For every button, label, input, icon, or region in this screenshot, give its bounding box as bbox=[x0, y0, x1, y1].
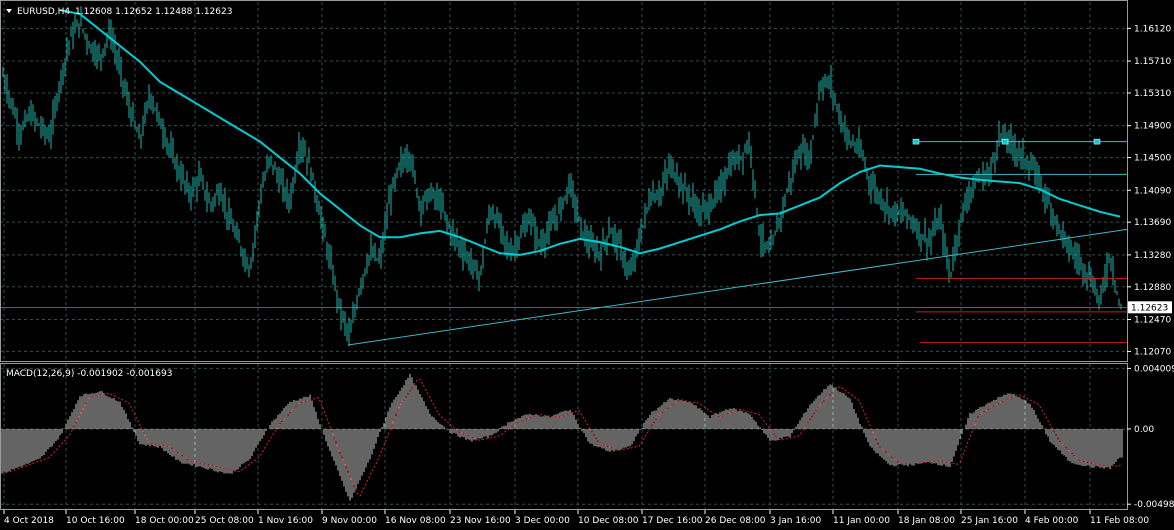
time-tick-label: 18 Jan 08:00 bbox=[898, 516, 955, 526]
symbol-dropdown-icon[interactable] bbox=[6, 9, 12, 13]
time-tick-label: 4 Feb 00:00 bbox=[1025, 516, 1079, 526]
price-tick-label: 1.13690 bbox=[1134, 218, 1171, 228]
level-marker bbox=[1001, 138, 1009, 145]
time-tick-label: 11 Jan 00:00 bbox=[833, 516, 890, 526]
time-tick-label: 9 Nov 00:00 bbox=[322, 516, 377, 526]
time-tick-label: 25 Oct 08:00 bbox=[195, 516, 254, 526]
price-tick-label: 1.14900 bbox=[1134, 122, 1171, 132]
time-tick-label: 10 Oct 16:00 bbox=[66, 516, 125, 526]
price-tick-label: 1.12470 bbox=[1134, 316, 1171, 326]
macd-label: MACD(12,26,9) -0.001902 -0.001693 bbox=[6, 369, 172, 379]
price-tick-label: 1.15310 bbox=[1134, 89, 1171, 99]
macd-signal-line bbox=[6, 378, 1123, 497]
price-tick-label: 1.13280 bbox=[1134, 251, 1171, 261]
price-tick-label: 1.14090 bbox=[1134, 186, 1171, 196]
time-tick-label: 25 Jan 16:00 bbox=[961, 516, 1018, 526]
ohlc-readout: 1.12608 1.12652 1.12488 1.12623 bbox=[75, 7, 232, 17]
time-tick-label: 4 Oct 2018 bbox=[4, 516, 54, 526]
price-tick-label: 1.12880 bbox=[1134, 283, 1171, 293]
time-tick-label: 1 Nov 16:00 bbox=[258, 516, 313, 526]
macd-histogram bbox=[1, 373, 1123, 501]
macd-tick-label: -0.004982 bbox=[1134, 500, 1174, 510]
level-marker bbox=[1093, 138, 1101, 145]
time-tick-label: 23 Nov 16:00 bbox=[450, 516, 511, 526]
time-tick-label: 18 Oct 00:00 bbox=[135, 516, 194, 526]
time-tick-label: 3 Jan 16:00 bbox=[770, 516, 822, 526]
macd-tick-label: 0.004009 bbox=[1134, 364, 1174, 374]
time-tick-label: 3 Dec 00:00 bbox=[515, 516, 570, 526]
overlays bbox=[0, 9, 1128, 346]
time-tick-label: 10 Dec 08:00 bbox=[578, 516, 639, 526]
price-tick-label: 1.14500 bbox=[1134, 154, 1171, 164]
time-tick-label: 26 Dec 08:00 bbox=[705, 516, 766, 526]
chart-canvas[interactable]: 1.16120 1.15710 1.15310 1.14900 1.14500 1.140… bbox=[0, 0, 1174, 530]
level-marker bbox=[912, 138, 920, 145]
price-tick-label: 1.12070 bbox=[1134, 347, 1171, 357]
price-tick-label: 1.15710 bbox=[1134, 57, 1171, 67]
time-tick-label: 16 Nov 08:00 bbox=[385, 516, 446, 526]
chart-window[interactable]: 1.16120 1.15710 1.15310 1.14900 1.14500 1.140… bbox=[0, 0, 1174, 530]
current-price-label: 1.12623 bbox=[1131, 303, 1168, 313]
time-tick-label: 17 Dec 16:00 bbox=[642, 516, 703, 526]
macd-tick-label: 0.00 bbox=[1134, 425, 1154, 435]
time-tick-label: 11 Feb 08:00 bbox=[1090, 516, 1149, 526]
symbol-label[interactable]: EURUSD,H4 bbox=[17, 7, 70, 17]
price-tick-label: 1.16120 bbox=[1134, 24, 1171, 34]
